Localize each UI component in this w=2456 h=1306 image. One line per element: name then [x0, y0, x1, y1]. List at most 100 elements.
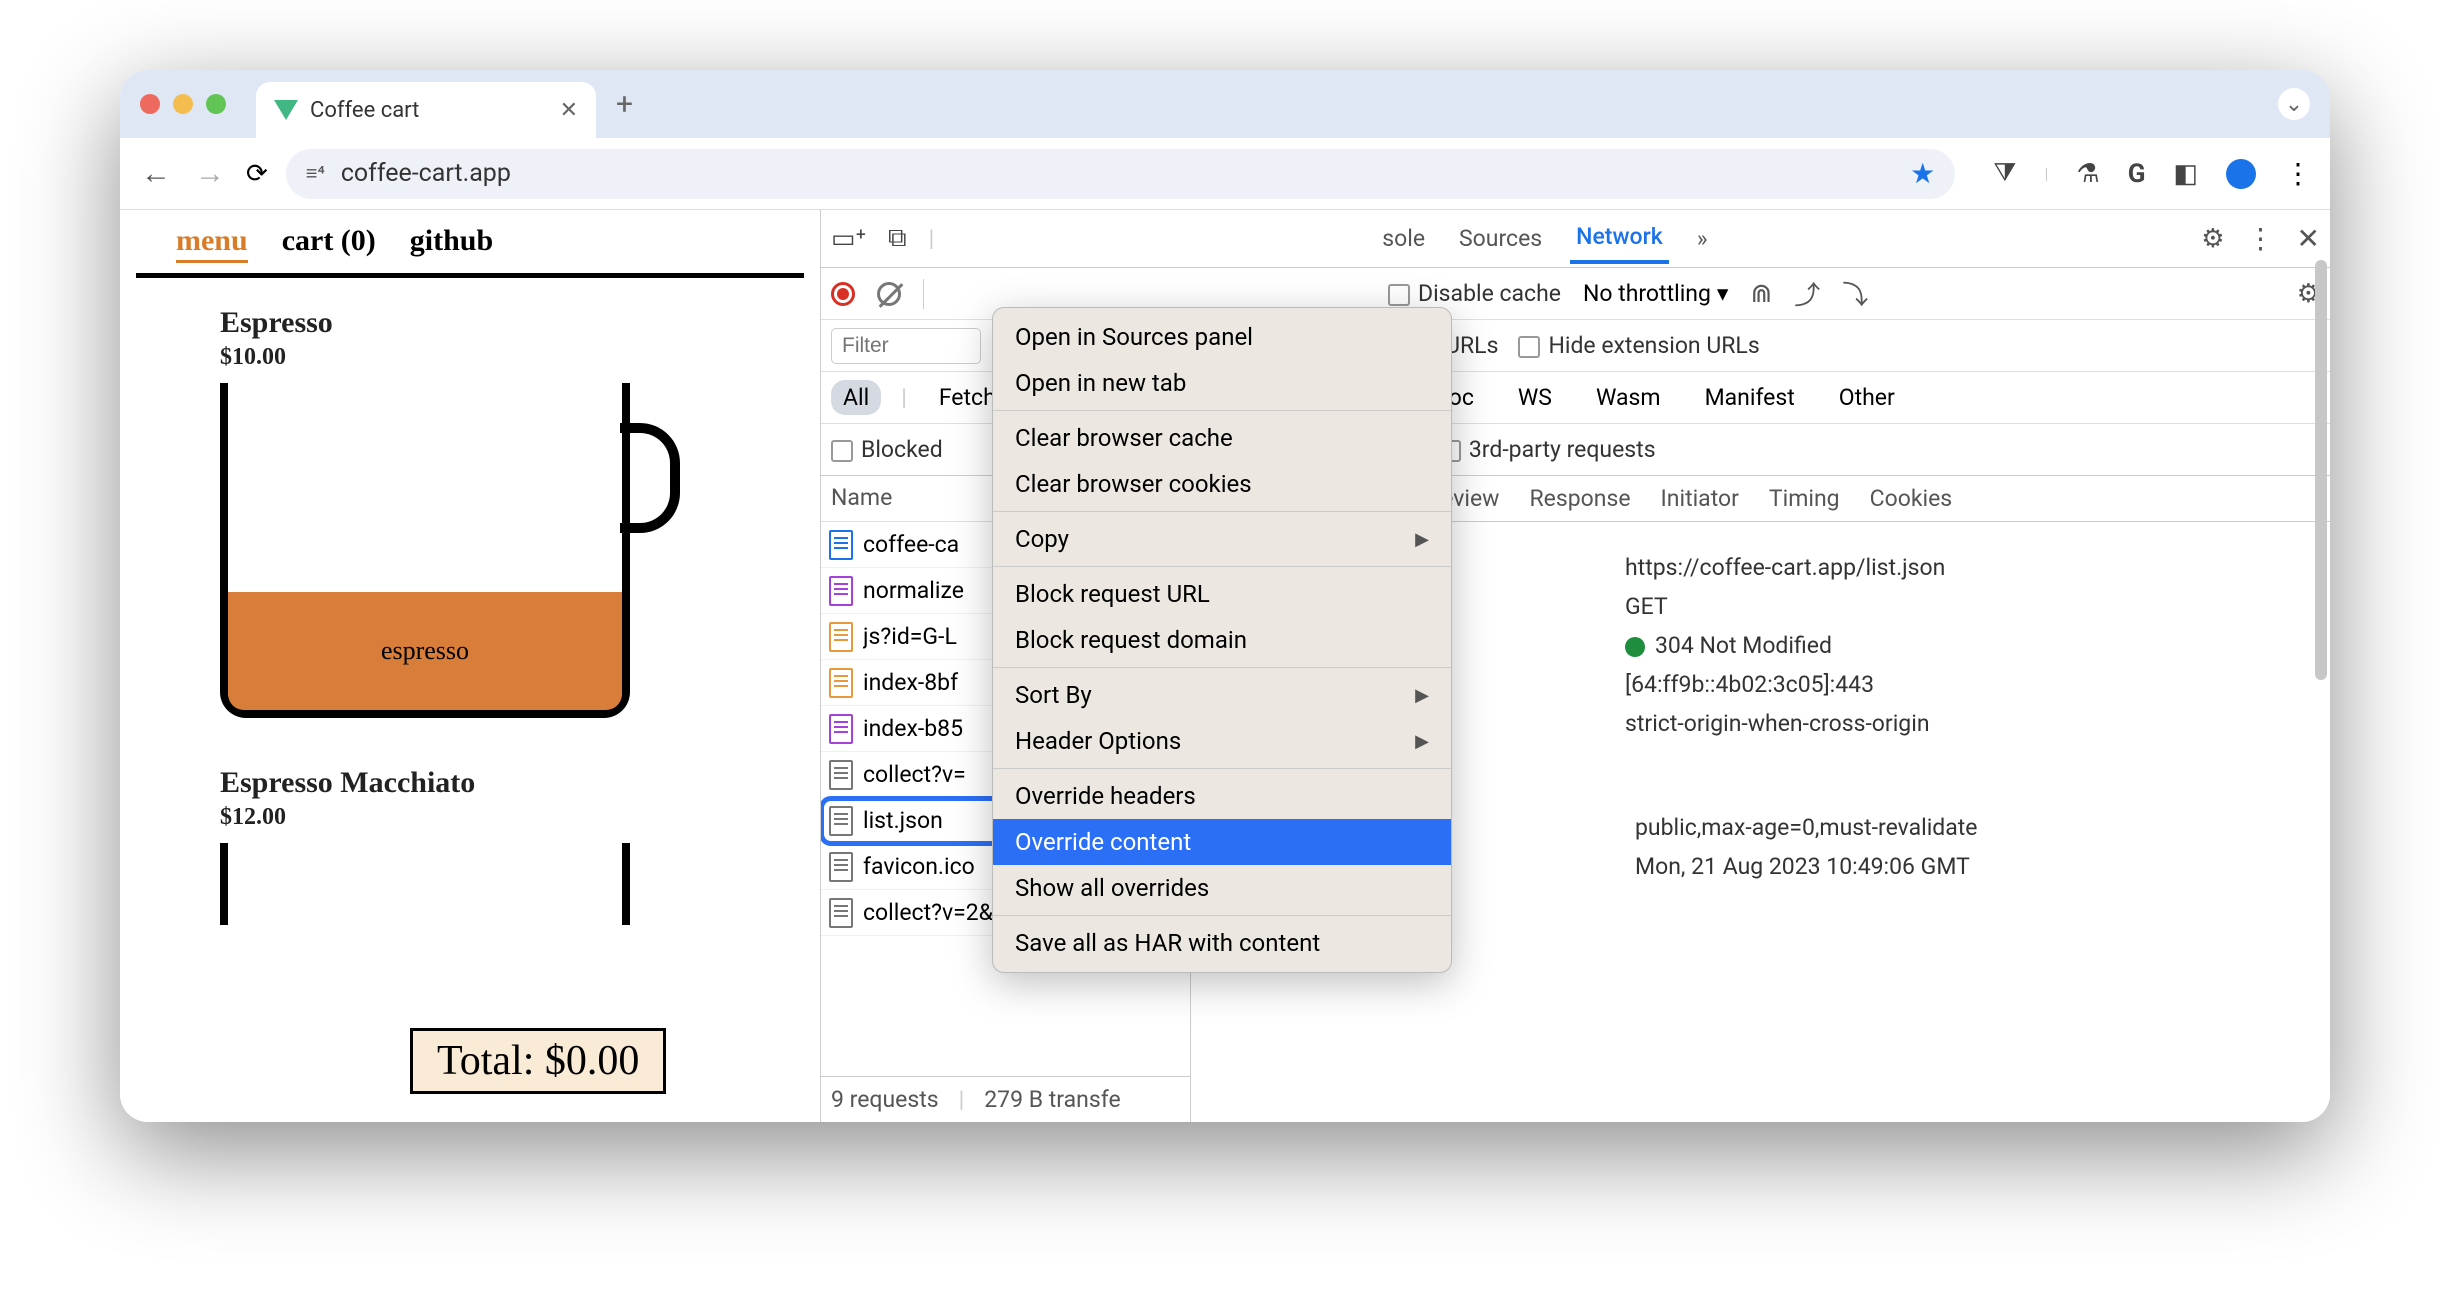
inspect-element-icon[interactable]: ▭⁺ [831, 224, 866, 254]
mug-handle-icon [620, 423, 680, 533]
product-name: Espresso Macchiato [220, 766, 720, 800]
panel-icon[interactable]: ◧ [2173, 159, 2198, 189]
throttling-select[interactable]: No throttling ▾ [1583, 280, 1729, 307]
detail-tab-cookies[interactable]: Cookies [1868, 479, 1955, 518]
hide-extension-urls-checkbox[interactable]: Hide extension URLs [1518, 332, 1759, 359]
total-text: Total: $0.00 [437, 1038, 639, 1084]
vue-favicon-icon [274, 100, 298, 120]
cm-block-domain[interactable]: Block request domain [993, 617, 1451, 663]
address-bar: ← → ⟳ ≡⁴ coffee-cart.app ★ ⧩ | ⚗ G ◧ ⋮ [120, 138, 2330, 210]
network-conditions-icon[interactable]: ⋒ [1750, 279, 1772, 309]
tab-network[interactable]: Network [1570, 213, 1669, 264]
devtools-close-icon[interactable]: ✕ [2297, 222, 2320, 255]
request-transfer: 279 B transfe [984, 1086, 1120, 1113]
cm-save-har[interactable]: Save all as HAR with content [993, 920, 1451, 966]
maximize-window-icon[interactable] [206, 94, 226, 114]
detail-tab-response[interactable]: Response [1527, 479, 1632, 518]
type-all[interactable]: All [831, 380, 881, 415]
page-nav: menu cart (0) github [136, 210, 804, 278]
webpage: menu cart (0) github Espresso $10.00 esp… [120, 210, 820, 1122]
back-button[interactable]: ← [138, 156, 174, 191]
record-button[interactable] [831, 282, 855, 306]
type-manifest[interactable]: Manifest [1693, 380, 1807, 415]
header-value: public,max-age=0,must-revalidate [1635, 814, 2290, 841]
file-css-icon [829, 714, 853, 744]
cm-open-new-tab[interactable]: Open in new tab [993, 360, 1451, 406]
minimize-window-icon[interactable] [173, 94, 193, 114]
window-controls [140, 94, 226, 114]
file-generic-icon [829, 898, 853, 928]
cm-header-options[interactable]: Header Options▶ [993, 718, 1451, 764]
device-toggle-icon[interactable]: ⧉ [888, 223, 907, 254]
tab-overflow[interactable]: » [1691, 215, 1714, 262]
type-wasm[interactable]: Wasm [1584, 380, 1673, 415]
close-tab-icon[interactable]: ✕ [560, 98, 578, 123]
nav-menu[interactable]: menu [176, 224, 248, 263]
scrollbar[interactable] [2315, 476, 2327, 680]
devtools-settings-icon[interactable]: ⚙ [2201, 224, 2224, 254]
profile-avatar-icon[interactable] [2226, 159, 2256, 189]
tab-sources[interactable]: Sources [1453, 215, 1548, 262]
third-party-checkbox[interactable]: 3rd-party requests [1439, 436, 1656, 463]
product-mug[interactable]: espresso [220, 383, 630, 718]
chevron-down-icon: ▾ [1717, 280, 1729, 307]
mug-label: espresso [381, 636, 469, 666]
cm-clear-cookies[interactable]: Clear browser cookies [993, 461, 1451, 507]
file-generic-icon [829, 852, 853, 882]
new-tab-button[interactable]: + [616, 87, 633, 122]
product-mug[interactable] [220, 843, 630, 925]
file-js-icon [829, 668, 853, 698]
request-count: 9 requests [831, 1086, 939, 1113]
nav-github[interactable]: github [410, 224, 493, 263]
blocked-checkbox[interactable]: Blocked [831, 436, 943, 463]
remote-address: [64:ff9b::4b02:3c05]:443 [1625, 671, 2290, 698]
type-ws[interactable]: WS [1506, 380, 1564, 415]
cm-show-overrides[interactable]: Show all overrides [993, 865, 1451, 911]
url-text: coffee-cart.app [341, 159, 1894, 188]
file-js-icon [829, 622, 853, 652]
cm-override-content[interactable]: Override content [993, 819, 1451, 865]
cm-open-sources[interactable]: Open in Sources panel [993, 314, 1451, 360]
site-settings-icon[interactable]: ≡⁴ [306, 161, 325, 186]
nav-cart[interactable]: cart (0) [282, 224, 376, 263]
product-list: Espresso $10.00 espresso Espresso Macchi… [120, 278, 820, 925]
clear-button[interactable] [877, 282, 901, 306]
forward-button[interactable]: → [192, 156, 228, 191]
product-price: $10.00 [220, 344, 720, 371]
detail-tab-timing[interactable]: Timing [1767, 479, 1842, 518]
google-icon[interactable]: G [2128, 159, 2146, 189]
cm-block-url[interactable]: Block request URL [993, 571, 1451, 617]
header-value: Mon, 21 Aug 2023 10:49:06 GMT [1635, 853, 2290, 880]
bookmark-star-icon[interactable]: ★ [1910, 157, 1935, 190]
extensions-icon[interactable]: ⧩ [1993, 158, 2016, 189]
export-har-icon[interactable]: ⤵ [1842, 275, 1868, 312]
tab-title: Coffee cart [310, 98, 548, 123]
omnibox[interactable]: ≡⁴ coffee-cart.app ★ [286, 149, 1955, 199]
reload-button[interactable]: ⟳ [246, 159, 268, 189]
chevron-right-icon: ▶ [1415, 731, 1429, 752]
detail-tab-initiator[interactable]: Initiator [1659, 479, 1741, 518]
cm-override-headers[interactable]: Override headers [993, 773, 1451, 819]
cm-copy[interactable]: Copy▶ [993, 516, 1451, 562]
toolbar-icons: ⧩ | ⚗ G ◧ ⋮ [1993, 157, 2312, 190]
file-generic-icon [829, 806, 853, 836]
type-other[interactable]: Other [1827, 380, 1907, 415]
devtools-menu-icon[interactable]: ⋮ [2247, 222, 2275, 255]
cm-clear-cache[interactable]: Clear browser cache [993, 415, 1451, 461]
file-generic-icon [829, 760, 853, 790]
filter-input[interactable] [831, 328, 981, 364]
request-method: GET [1625, 593, 2290, 620]
cm-sort-by[interactable]: Sort By▶ [993, 672, 1451, 718]
labs-icon[interactable]: ⚗ [2076, 159, 2099, 189]
tab-console-partial[interactable]: sole [1376, 215, 1431, 262]
browser-tab[interactable]: Coffee cart ✕ [256, 82, 596, 138]
request-url: https://coffee-cart.app/list.json [1625, 554, 2290, 581]
total-badge[interactable]: Total: $0.00 [410, 1028, 666, 1094]
import-har-icon[interactable]: ⤴ [1794, 275, 1820, 312]
product-name: Espresso [220, 306, 720, 340]
close-window-icon[interactable] [140, 94, 160, 114]
browser-menu-icon[interactable]: ⋮ [2284, 157, 2312, 190]
file-css-icon [829, 576, 853, 606]
tab-overflow-icon[interactable]: ⌄ [2278, 88, 2310, 120]
disable-cache-checkbox[interactable]: Disable cache [1388, 280, 1561, 307]
